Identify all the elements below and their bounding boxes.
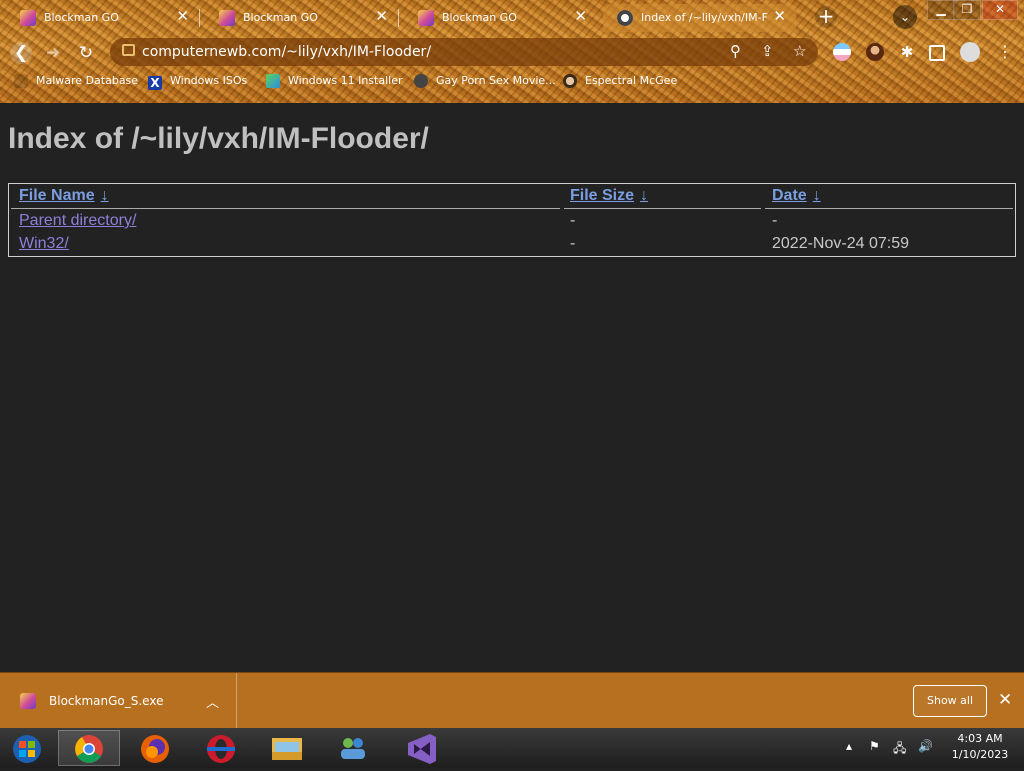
taskbar-visual-studio[interactable] bbox=[390, 730, 452, 766]
taskbar-firefox[interactable] bbox=[124, 730, 186, 766]
bookmark-espectral-mcgee[interactable]: Espectral McGee bbox=[563, 74, 677, 94]
minimize-button[interactable]: ▁ bbox=[927, 0, 955, 20]
download-filename: BlockmanGo_S.exe bbox=[49, 694, 164, 708]
back-button[interactable]: ❮ bbox=[10, 42, 32, 64]
taskbar-file-explorer[interactable] bbox=[256, 730, 318, 766]
site-icon bbox=[414, 74, 428, 88]
x-logo-icon: X bbox=[148, 76, 162, 90]
column-header-date[interactable]: Date ↓ bbox=[772, 187, 821, 205]
page-content: Index of /~lily/vxh/IM-Flooder/ File Nam… bbox=[0, 103, 1024, 672]
start-button[interactable] bbox=[0, 730, 56, 766]
tab-title: Index of /~lily/vxh/IM-F bbox=[641, 11, 768, 24]
folder-icon bbox=[14, 74, 28, 88]
tab-close-icon[interactable]: ✕ bbox=[176, 7, 189, 25]
chrome-icon bbox=[75, 735, 103, 763]
clock-time: 4:03 AM bbox=[957, 732, 1003, 745]
tab-separator bbox=[199, 9, 200, 27]
table-row-size: - bbox=[570, 212, 576, 229]
blockman-favicon-icon bbox=[20, 10, 36, 26]
face-icon bbox=[563, 74, 577, 88]
sort-arrow-icon: ↓ bbox=[812, 187, 821, 204]
page-title: Index of /~lily/vxh/IM-Flooder/ bbox=[8, 122, 429, 155]
restore-button[interactable]: ❐ bbox=[953, 0, 981, 20]
search-icon[interactable]: ⚲ bbox=[730, 42, 741, 60]
puzzle-icon[interactable]: ✱ bbox=[898, 43, 916, 61]
parent-directory-link[interactable]: Parent directory/ bbox=[19, 212, 136, 229]
account-icon[interactable] bbox=[960, 42, 980, 62]
forward-button[interactable]: ➜ bbox=[42, 42, 64, 64]
lock-icon bbox=[122, 44, 135, 56]
download-bar: BlockmanGo_S.exe ︿ Show all ✕ bbox=[0, 672, 1024, 729]
action-center-flag-icon[interactable]: ⚑ bbox=[869, 739, 880, 753]
windows-orb-icon bbox=[13, 735, 41, 763]
firefox-icon bbox=[141, 735, 169, 763]
network-icon[interactable]: 🖧 bbox=[893, 739, 906, 760]
table-row-name[interactable]: Parent directory/ bbox=[19, 212, 136, 230]
file-listing-table: File Name ↓ File Size ↓ Date ↓ Parent direc… bbox=[8, 183, 1016, 257]
folder-icon bbox=[272, 738, 302, 760]
tab-title: Blockman GO bbox=[442, 11, 517, 24]
address-url[interactable]: computernewb.com/~lily/vxh/IM-Flooder/ bbox=[142, 44, 431, 60]
table-row-date: - bbox=[772, 212, 778, 229]
tab-blockman-go-3[interactable]: Blockman GO ✕ bbox=[404, 4, 597, 32]
column-header-file-name[interactable]: File Name ↓ bbox=[19, 187, 109, 205]
profile-extension-icon[interactable] bbox=[866, 43, 884, 61]
bookmark-windows-11-installer[interactable]: Windows 11 Installer bbox=[266, 74, 403, 94]
table-row-name[interactable]: Win32/ bbox=[19, 235, 69, 253]
people-icon bbox=[341, 738, 365, 759]
header-divider bbox=[765, 208, 1013, 209]
browser-chrome: Blockman GO ✕ Blockman GO ✕ Blockman GO … bbox=[0, 0, 1024, 103]
installer-icon bbox=[266, 74, 280, 88]
reload-button[interactable]: ↻ bbox=[75, 42, 97, 64]
table-row-date: 2022-Nov-24 07:59 bbox=[772, 235, 909, 252]
new-tab-button[interactable]: + bbox=[815, 6, 837, 28]
close-window-button[interactable]: ✕ bbox=[982, 0, 1018, 20]
chevron-up-icon[interactable]: ︿ bbox=[206, 692, 219, 711]
tab-search-button[interactable]: ⌄ bbox=[893, 5, 917, 29]
header-divider bbox=[11, 208, 560, 209]
close-download-bar-icon[interactable]: ✕ bbox=[998, 690, 1012, 710]
tab-separator bbox=[398, 9, 399, 27]
tab-blockman-go-2[interactable]: Blockman GO ✕ bbox=[205, 4, 399, 32]
clock-date: 1/10/2023 bbox=[951, 748, 1009, 761]
bookmark-site[interactable]: Gay Porn Sex Movie... bbox=[414, 74, 556, 94]
taskbar-windows-live[interactable] bbox=[322, 730, 384, 766]
blockman-favicon-icon bbox=[418, 10, 434, 26]
blockman-favicon-icon bbox=[219, 10, 235, 26]
flag-extension-icon[interactable] bbox=[833, 43, 851, 61]
taskbar-chrome[interactable] bbox=[58, 730, 120, 766]
win32-link[interactable]: Win32/ bbox=[19, 235, 69, 252]
taskbar: ▴ ⚑ 🖧 🔊 4:03 AM 1/10/2023 bbox=[0, 728, 1024, 768]
column-header-file-size[interactable]: File Size ↓ bbox=[570, 187, 648, 205]
download-item[interactable]: BlockmanGo_S.exe ︿ bbox=[0, 673, 237, 729]
site-favicon-icon bbox=[617, 10, 633, 26]
opera-icon bbox=[207, 735, 235, 763]
tab-title: Blockman GO bbox=[243, 11, 318, 24]
show-all-button[interactable]: Show all bbox=[913, 685, 987, 717]
show-hidden-icons-icon[interactable]: ▴ bbox=[846, 739, 852, 753]
chevron-down-icon: ⌄ bbox=[899, 10, 911, 24]
sort-arrow-icon: ↓ bbox=[640, 187, 649, 204]
tab-title: Blockman GO bbox=[44, 11, 119, 24]
tab-close-icon[interactable]: ✕ bbox=[574, 7, 587, 25]
header-divider bbox=[564, 208, 761, 209]
address-bar[interactable]: computernewb.com/~lily/vxh/IM-Flooder/ ⚲… bbox=[110, 38, 818, 66]
taskbar-opera[interactable] bbox=[190, 730, 252, 766]
bookmark-windows-isos[interactable]: X Windows ISOs bbox=[148, 74, 247, 94]
star-icon[interactable]: ☆ bbox=[793, 42, 806, 60]
bookmark-malware-database[interactable]: Malware Database bbox=[14, 74, 138, 94]
side-panel-icon[interactable] bbox=[929, 45, 945, 61]
tab-blockman-go-1[interactable]: Blockman GO ✕ bbox=[6, 4, 200, 32]
volume-icon[interactable]: 🔊 bbox=[918, 739, 933, 753]
tab-close-icon[interactable]: ✕ bbox=[375, 7, 388, 25]
blockman-file-icon bbox=[20, 693, 36, 709]
tab-index-of[interactable]: Index of /~lily/vxh/IM-F ✕ bbox=[603, 4, 796, 32]
visual-studio-icon bbox=[408, 734, 436, 764]
tab-close-icon[interactable]: ✕ bbox=[773, 7, 786, 25]
menu-kebab-icon[interactable]: ⋮ bbox=[997, 43, 1015, 61]
table-row-size: - bbox=[570, 235, 576, 252]
system-clock[interactable]: 4:03 AM 1/10/2023 bbox=[940, 731, 1020, 763]
sort-arrow-icon: ↓ bbox=[100, 187, 109, 204]
share-icon[interactable]: ⇪ bbox=[761, 42, 774, 60]
